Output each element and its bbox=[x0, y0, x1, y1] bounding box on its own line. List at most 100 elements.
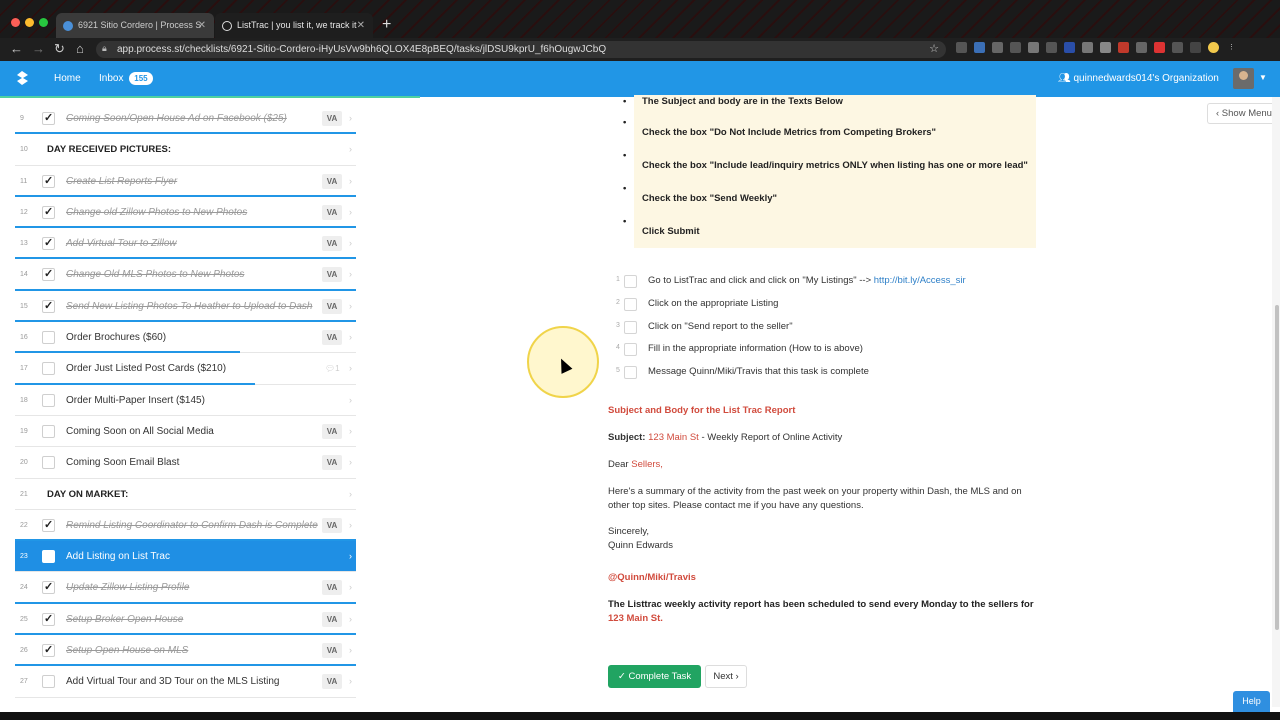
address-bar[interactable]: 🔒︎ app.process.st/checklists/6921-Sitio-… bbox=[96, 41, 946, 58]
scrollbar-thumb[interactable] bbox=[1275, 305, 1279, 630]
extension-icon[interactable] bbox=[1028, 42, 1039, 53]
assignee-badge[interactable]: VA bbox=[322, 236, 342, 252]
task-checkbox[interactable] bbox=[42, 675, 55, 689]
assignee-badge[interactable]: VA bbox=[322, 423, 342, 439]
inbox-nav-link[interactable]: Inbox 155 bbox=[99, 61, 153, 96]
extension-icon[interactable] bbox=[1064, 42, 1075, 53]
extension-icon[interactable] bbox=[956, 42, 967, 53]
assignee-badge[interactable]: VA bbox=[322, 173, 342, 189]
process-street-logo-icon[interactable] bbox=[14, 70, 30, 86]
task-checkbox[interactable] bbox=[42, 424, 55, 438]
task-row[interactable]: 19 Coming Soon on All Social Media VA › bbox=[15, 416, 356, 448]
task-row[interactable]: 25 Setup Broker Open House VA › bbox=[15, 604, 356, 636]
assignee-badge[interactable]: VA bbox=[322, 204, 342, 220]
reload-icon[interactable]: ↻ bbox=[54, 41, 65, 57]
task-checkbox[interactable] bbox=[42, 205, 55, 219]
complete-task-button[interactable]: ✓ Complete Task bbox=[608, 665, 701, 688]
new-tab-plus-icon[interactable]: + bbox=[382, 14, 391, 36]
greeting: Dear Sellers, bbox=[608, 458, 1038, 472]
task-checkbox[interactable] bbox=[42, 643, 55, 658]
task-row[interactable]: 23 Add Listing on List Trac › bbox=[15, 541, 356, 573]
subtask-checkbox[interactable] bbox=[624, 366, 637, 380]
task-checkbox[interactable] bbox=[42, 299, 55, 313]
browser-tab-process-street[interactable]: 6921 Sitio Cordero | Process S ✕ bbox=[56, 13, 214, 38]
task-row[interactable]: 13 Add Virtual Tour to Zillow VA › bbox=[15, 228, 356, 260]
chevron-down-icon[interactable]: ▼ bbox=[1259, 73, 1267, 82]
task-row[interactable]: 22 Remind Listing Coordinator to Confirm … bbox=[15, 510, 356, 542]
task-checkbox[interactable] bbox=[42, 174, 55, 188]
task-row[interactable]: 11 Create List Reports Flyer VA › bbox=[15, 166, 356, 197]
task-checkbox[interactable] bbox=[42, 111, 55, 125]
organization-menu[interactable]: 👥︎ quinnedwards014's Organization bbox=[1058, 61, 1219, 96]
task-row[interactable]: 18 Order Multi-Paper Insert ($145) › bbox=[15, 385, 356, 416]
assignee-badge[interactable]: VA bbox=[322, 267, 342, 283]
subtask-checkbox[interactable] bbox=[624, 297, 637, 311]
profile-emoji-icon[interactable] bbox=[1208, 42, 1219, 53]
assignee-badge[interactable]: VA bbox=[322, 611, 342, 627]
task-row[interactable]: 9 Coming Soon/Open House Ad on Facebook (… bbox=[15, 103, 356, 135]
task-row[interactable]: 20 Coming Soon Email Blast VA › bbox=[15, 447, 356, 479]
task-checkbox[interactable] bbox=[42, 550, 55, 564]
assignee-badge[interactable]: VA bbox=[322, 643, 342, 659]
task-checkbox[interactable] bbox=[42, 393, 55, 407]
task-checkbox[interactable] bbox=[42, 362, 55, 376]
show-menu-button[interactable]: ‹ Show Menu bbox=[1207, 103, 1280, 124]
task-row[interactable]: 17 Order Just Listed Post Cards ($210) 💬︎1… bbox=[15, 353, 356, 385]
extension-icon[interactable] bbox=[992, 42, 1003, 53]
browser-tab-listtrac[interactable]: ListTrac | you list it, we track it ✕ bbox=[215, 13, 373, 38]
task-row[interactable]: 12 Change old Zillow Photos to New Photos… bbox=[15, 197, 356, 229]
subtask-checkbox[interactable] bbox=[624, 320, 637, 334]
task-row[interactable]: 24 Update Zillow Listing Profile VA › bbox=[15, 572, 356, 604]
task-heading[interactable]: 10 DAY RECEIVED PICTURES: › bbox=[15, 134, 356, 166]
task-checkbox[interactable] bbox=[42, 267, 55, 282]
assignee-badge[interactable]: VA bbox=[322, 674, 342, 690]
task-row[interactable]: 26 Setup Open House on MLS VA › bbox=[15, 635, 356, 667]
access-link[interactable]: http://bit.ly/Access_sir bbox=[874, 275, 966, 286]
extension-icon[interactable] bbox=[1010, 42, 1021, 53]
extension-icon[interactable] bbox=[1172, 42, 1183, 53]
home-nav-link[interactable]: Home bbox=[54, 61, 81, 96]
extension-icon[interactable] bbox=[974, 42, 985, 53]
assignee-badge[interactable]: VA bbox=[322, 111, 342, 126]
extension-icon[interactable] bbox=[1046, 42, 1057, 53]
avatar[interactable] bbox=[1233, 68, 1254, 89]
help-button[interactable]: Help bbox=[1233, 691, 1270, 712]
back-arrow-icon[interactable]: ← bbox=[10, 41, 23, 57]
mention-text[interactable]: @Quinn/Miki/Travis bbox=[608, 572, 696, 583]
extension-icon[interactable] bbox=[1118, 42, 1129, 53]
task-checkbox[interactable] bbox=[42, 580, 55, 595]
assignee-badge[interactable]: VA bbox=[322, 517, 342, 533]
tab-close-icon[interactable]: ✕ bbox=[357, 13, 365, 38]
task-checkbox[interactable] bbox=[42, 236, 55, 251]
maximize-window-button[interactable] bbox=[39, 18, 48, 27]
subtask-checkbox[interactable] bbox=[624, 343, 637, 357]
subject-line: Subject: 123 Main St - Weekly Report of … bbox=[608, 431, 1038, 445]
task-row[interactable]: 16 Order Brochures ($60) VA › bbox=[15, 322, 356, 354]
assignee-badge[interactable]: VA bbox=[322, 330, 342, 346]
extension-icon[interactable] bbox=[1082, 42, 1093, 53]
task-checkbox[interactable] bbox=[42, 612, 55, 626]
browser-menu-icon[interactable]: ⋮ bbox=[1226, 42, 1237, 53]
extension-icon[interactable] bbox=[1100, 42, 1111, 53]
task-heading[interactable]: 21 DAY ON MARKET: › bbox=[15, 479, 356, 510]
tab-close-icon[interactable]: ✕ bbox=[198, 13, 206, 38]
bookmark-star-icon[interactable]: ☆ bbox=[929, 41, 939, 58]
subtask-checkbox[interactable] bbox=[624, 275, 637, 288]
home-icon[interactable]: ⌂ bbox=[76, 41, 84, 57]
next-button[interactable]: Next › bbox=[705, 665, 747, 688]
close-window-button[interactable] bbox=[11, 18, 20, 27]
task-checkbox[interactable] bbox=[42, 331, 55, 345]
forward-arrow-icon[interactable]: → bbox=[32, 41, 45, 57]
task-row[interactable]: 14 Change Old MLS Photos to New Photos VA › bbox=[15, 259, 356, 291]
extension-icon[interactable] bbox=[1190, 42, 1201, 53]
assignee-badge[interactable]: VA bbox=[322, 298, 342, 314]
extension-icon[interactable] bbox=[1136, 42, 1147, 53]
task-checkbox[interactable] bbox=[42, 456, 55, 470]
task-checkbox[interactable] bbox=[42, 518, 55, 532]
assignee-badge[interactable]: VA bbox=[322, 580, 342, 596]
extension-icon[interactable] bbox=[1154, 42, 1165, 53]
task-row[interactable]: 15 Send New Listing Photos To Heather to … bbox=[15, 291, 356, 323]
minimize-window-button[interactable] bbox=[25, 18, 34, 27]
assignee-badge[interactable]: VA bbox=[322, 455, 342, 471]
task-row[interactable]: 27 Add Virtual Tour and 3D Tour on the ML… bbox=[15, 666, 356, 698]
